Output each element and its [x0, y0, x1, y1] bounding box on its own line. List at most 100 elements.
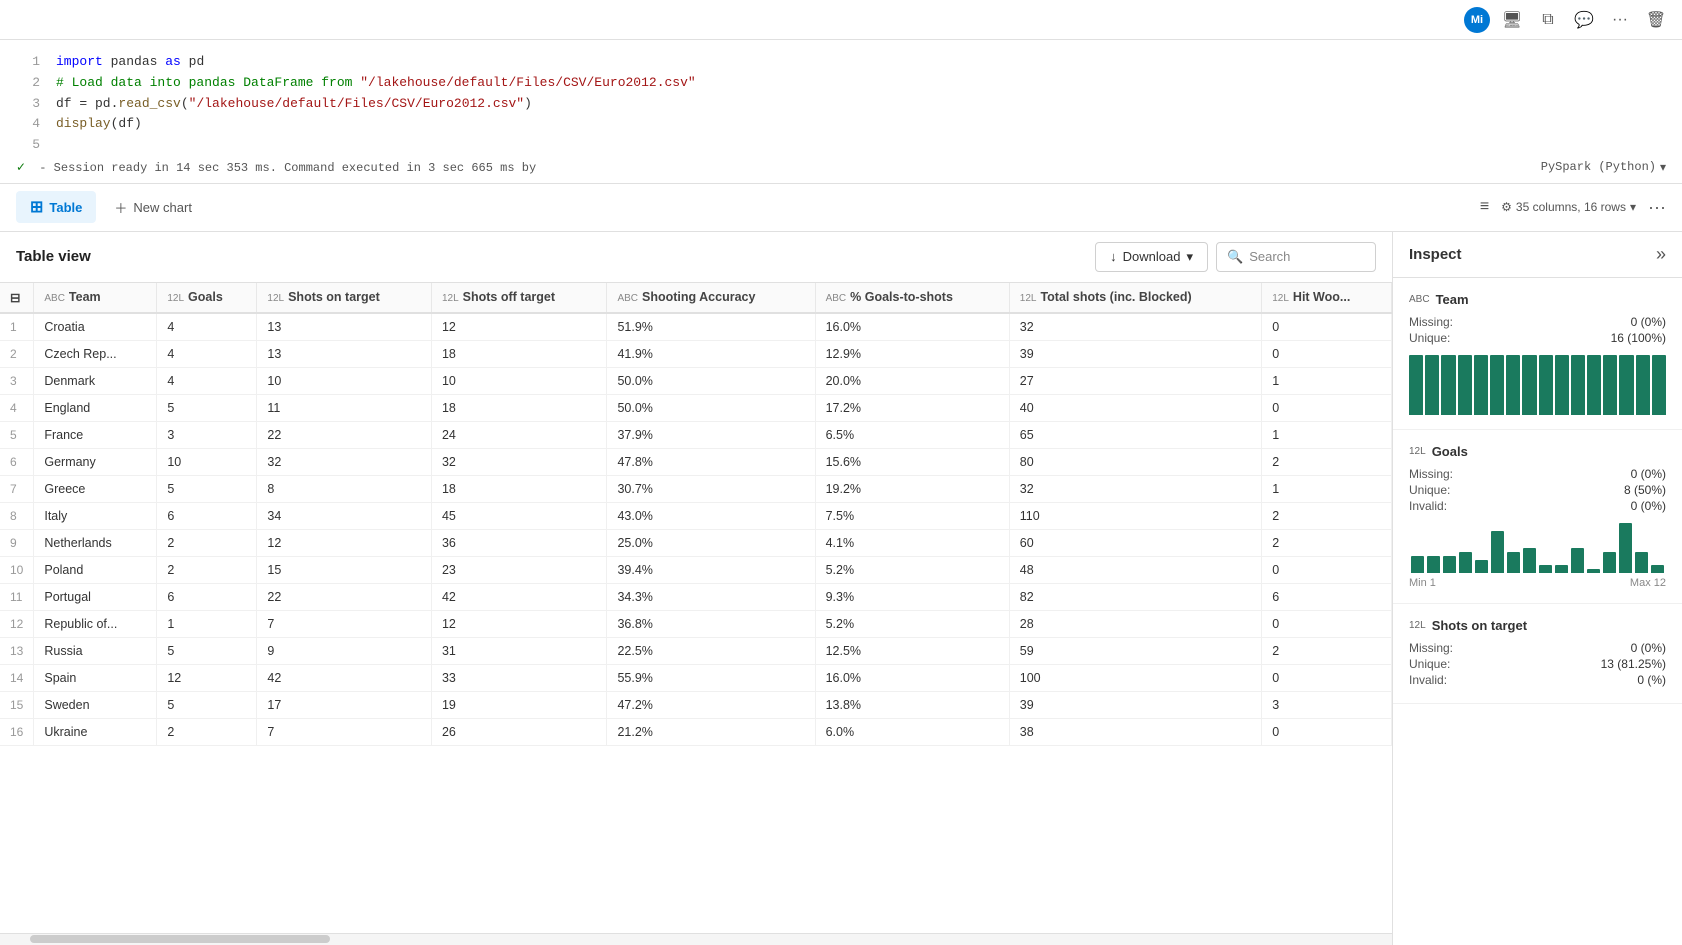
mini-bar [1555, 355, 1569, 415]
table-row: 9Netherlands2123625.0%4.1%602 [0, 529, 1392, 556]
shots-unique-row: Unique: 13 (81.25%) [1409, 657, 1666, 671]
team-missing-val: 0 (0%) [1631, 315, 1666, 329]
trash-icon[interactable]: 🗑 [1642, 6, 1670, 34]
goals-bar [1555, 565, 1568, 573]
code-line-2: 2 # Load data into pandas DataFrame from… [16, 73, 1666, 94]
table-header-bar: Table view ↓ Download ▾ 🔍 Search [0, 232, 1392, 283]
inspect-card-goals: 12L Goals Missing: 0 (0%) Unique: 8 (50%… [1393, 430, 1682, 604]
cols-rows-selector[interactable]: ⚙ 35 columns, 16 rows ▾ [1501, 200, 1636, 214]
goals-missing-row: Missing: 0 (0%) [1409, 467, 1666, 481]
table-row: 15Sweden5171947.2%13.8%393 [0, 691, 1392, 718]
table-row: 11Portugal6224234.3%9.3%826 [0, 583, 1392, 610]
col-header-shots-on-target[interactable]: 12LShots on target [257, 283, 432, 313]
goals-bar [1571, 548, 1584, 573]
copy-icon[interactable]: ⧉ [1534, 6, 1562, 34]
code-line-1: 1 import pandas as pd [16, 52, 1666, 73]
goals-bar [1507, 552, 1520, 573]
tab-table-label: Table [49, 200, 82, 215]
team-missing-row: Missing: 0 (0%) [1409, 315, 1666, 329]
goals-missing-label: Missing: [1409, 467, 1453, 481]
table-row: 8Italy6344543.0%7.5%1102 [0, 502, 1392, 529]
status-text: - Session ready in 14 sec 353 ms. Comman… [39, 161, 536, 175]
inspect-card-team: ABC Team Missing: 0 (0%) Unique: 16 (100… [1393, 278, 1682, 430]
goals-bar [1619, 523, 1632, 573]
shots-missing-val: 0 (0%) [1631, 641, 1666, 655]
goals-bar [1443, 556, 1456, 573]
team-unique-val: 16 (100%) [1611, 331, 1666, 345]
shots-unique-val: 13 (81.25%) [1601, 657, 1666, 671]
col-header-shooting-accuracy[interactable]: ABCShooting Accuracy [607, 283, 815, 313]
code-line-5: 5 [16, 135, 1666, 156]
mini-bar [1506, 355, 1520, 415]
data-table-wrapper[interactable]: ⊟ ABCTeam 12LGoals 12LShots on target 12 [0, 283, 1392, 933]
tab-table[interactable]: ⊞ Table [16, 191, 96, 223]
pyspark-label: PySpark (Python) [1541, 160, 1656, 174]
inspect-card-shots: 12L Shots on target Missing: 0 (0%) Uniq… [1393, 604, 1682, 704]
table-actions: ↓ Download ▾ 🔍 Search [1095, 242, 1376, 272]
col-header-total-shots[interactable]: 12LTotal shots (inc. Blocked) [1009, 283, 1261, 313]
pyspark-selector[interactable]: PySpark (Python) ▾ [1541, 160, 1666, 175]
mini-bar [1458, 355, 1472, 415]
table-row: 2Czech Rep...4131841.9%12.9%390 [0, 340, 1392, 367]
goals-bar [1603, 552, 1616, 573]
code-line-3: 3 df = pd.read_csv("/lakehouse/default/F… [16, 94, 1666, 115]
download-button[interactable]: ↓ Download ▾ [1095, 242, 1208, 272]
goals-bar [1539, 565, 1552, 573]
goals-bar [1491, 531, 1504, 573]
team-col-name: Team [1436, 292, 1469, 307]
download-icon: ↓ [1110, 249, 1117, 264]
table-row: 6Germany10323247.8%15.6%802 [0, 448, 1392, 475]
col-header-goals[interactable]: 12LGoals [157, 283, 257, 313]
goals-bar [1475, 560, 1488, 573]
inspect-panel: Inspect » ABC Team Missing: 0 (0%) Uniqu… [1392, 232, 1682, 945]
scroll-thumb[interactable] [30, 935, 330, 943]
mini-bar [1587, 355, 1601, 415]
col-header-goals-to-shots[interactable]: ABC% Goals-to-shots [815, 283, 1009, 313]
shots-missing-row: Missing: 0 (0%) [1409, 641, 1666, 655]
search-placeholder: Search [1249, 249, 1290, 264]
table-icon: ⊞ [30, 197, 43, 217]
col-header-team[interactable]: ABCTeam [34, 283, 157, 313]
tab-right-actions: ≡ ⚙ 35 columns, 16 rows ▾ ··· [1480, 197, 1666, 218]
goals-bar [1587, 569, 1600, 573]
expand-icon[interactable]: » [1656, 244, 1666, 265]
comment-icon[interactable]: 💬 [1570, 6, 1598, 34]
mini-bar [1636, 355, 1650, 415]
table-row: 13Russia593122.5%12.5%592 [0, 637, 1392, 664]
goals-unique-val: 8 (50%) [1624, 483, 1666, 497]
mini-bar [1539, 355, 1553, 415]
filter-icon[interactable]: ≡ [1480, 198, 1489, 216]
goals-unique-label: Unique: [1409, 483, 1450, 497]
new-chart-button[interactable]: ＋ New chart [100, 192, 206, 223]
table-row: 12Republic of...171236.8%5.2%280 [0, 610, 1392, 637]
goals-invalid-val: 0 (0%) [1631, 499, 1666, 513]
tab-bar: ⊞ Table ＋ New chart ≡ ⚙ 35 columns, 16 r… [0, 184, 1682, 232]
search-box[interactable]: 🔍 Search [1216, 242, 1376, 272]
goals-max-label: Max 12 [1630, 577, 1666, 589]
table-row: 10Poland2152339.4%5.2%480 [0, 556, 1392, 583]
mini-bar [1619, 355, 1633, 415]
goals-col-type: 12L [1409, 446, 1426, 457]
more-icon[interactable]: ··· [1606, 6, 1634, 34]
team-unique-label: Unique: [1409, 331, 1450, 345]
col-header-hit-wood[interactable]: 12LHit Woo... [1262, 283, 1392, 313]
goals-min-max: Min 1 Max 12 [1409, 577, 1666, 589]
goals-invalid-label: Invalid: [1409, 499, 1447, 513]
mini-bar [1425, 355, 1439, 415]
col-header-shots-off-target[interactable]: 12LShots off target [431, 283, 606, 313]
goals-unique-row: Unique: 8 (50%) [1409, 483, 1666, 497]
search-icon: 🔍 [1227, 249, 1243, 265]
table-row: 14Spain12423355.9%16.0%1000 [0, 664, 1392, 691]
more-options-button[interactable]: ··· [1648, 197, 1666, 218]
status-bar: ✓ - Session ready in 14 sec 353 ms. Comm… [0, 156, 1682, 175]
chevron-down-icon: ▾ [1630, 200, 1636, 214]
monitor-icon[interactable]: 🖥 [1498, 6, 1526, 34]
goals-min-label: Min 1 [1409, 577, 1436, 589]
shots-col-name: Shots on target [1432, 618, 1527, 633]
data-table: ⊟ ABCTeam 12LGoals 12LShots on target 12 [0, 283, 1392, 746]
table-view-title: Table view [16, 248, 91, 265]
shots-invalid-label: Invalid: [1409, 673, 1447, 687]
table-body: 1Croatia4131251.9%16.0%3202Czech Rep...4… [0, 313, 1392, 746]
horizontal-scrollbar[interactable] [0, 933, 1392, 945]
goals-missing-val: 0 (0%) [1631, 467, 1666, 481]
